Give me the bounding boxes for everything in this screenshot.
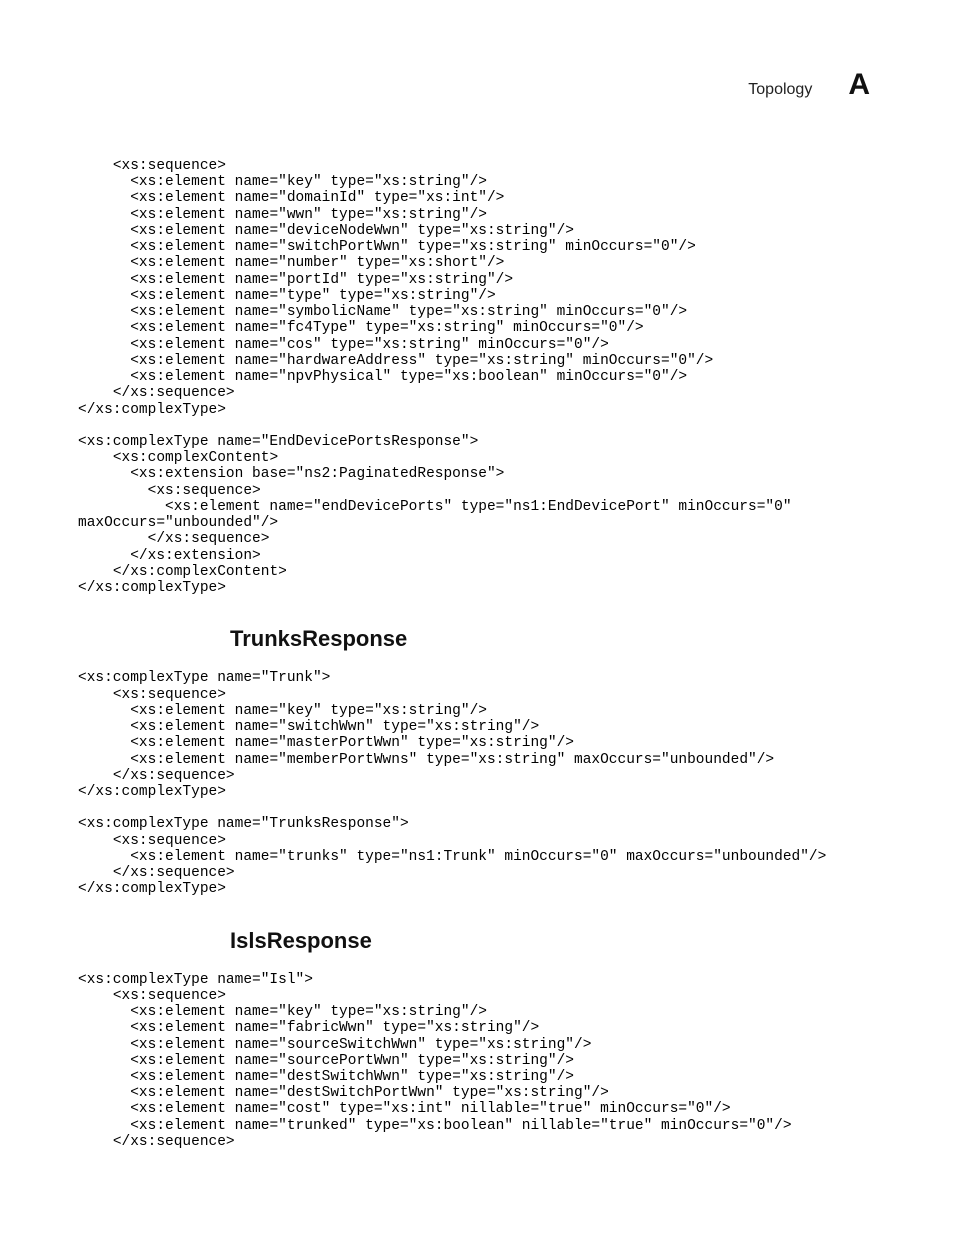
code-block-enddeviceports: <xs:sequence> <xs:element name="key" typ… [78, 158, 870, 596]
heading-trunksresponse: TrunksResponse [230, 626, 870, 652]
heading-islsresponse: IslsResponse [230, 928, 870, 954]
page-header: Topology A [78, 68, 870, 102]
code-block-trunksresponse: <xs:complexType name="Trunk"> <xs:sequen… [78, 670, 870, 897]
header-section-label: Topology [748, 81, 812, 99]
header-appendix-letter: A [848, 68, 870, 102]
code-block-islsresponse: <xs:complexType name="Isl"> <xs:sequence… [78, 972, 870, 1151]
